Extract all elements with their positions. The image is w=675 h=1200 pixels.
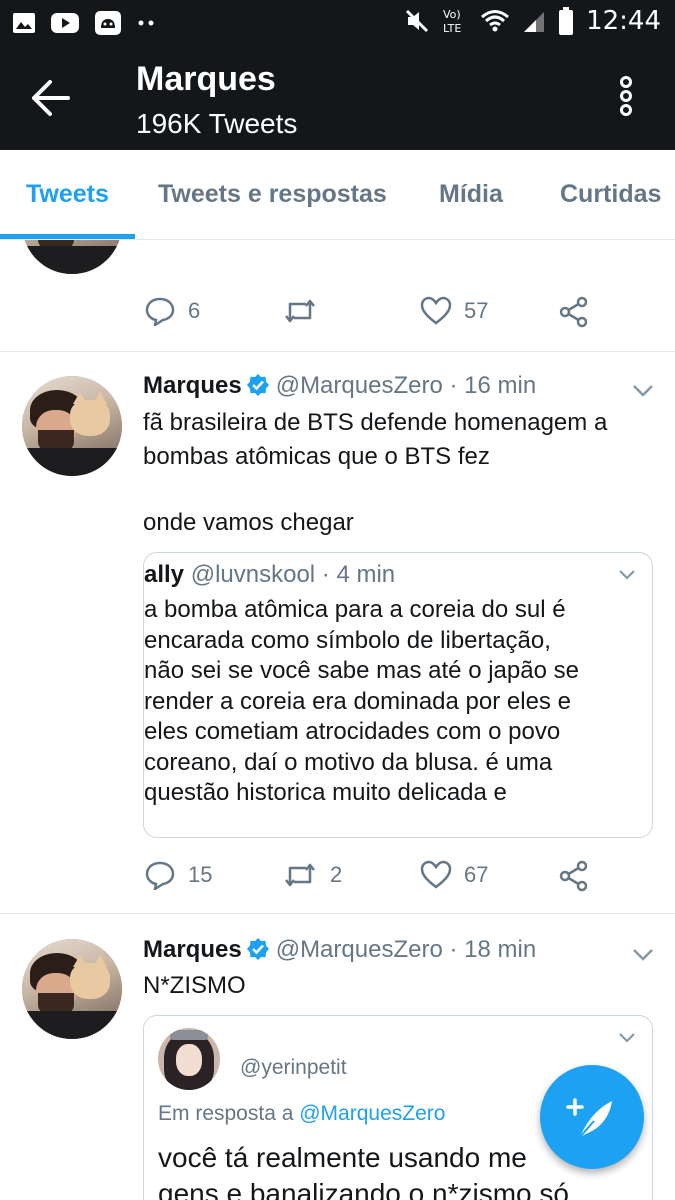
retweet-icon xyxy=(285,863,315,887)
quote-text: você tá realmente usando me gens e banal… xyxy=(158,1142,569,1200)
reply-to-link[interactable]: @MarquesZero xyxy=(299,1102,445,1125)
android-icon xyxy=(95,11,121,35)
tab-tweets[interactable]: Tweets xyxy=(26,180,109,209)
active-tab-indicator xyxy=(0,234,135,239)
chevron-down-icon[interactable] xyxy=(632,948,654,962)
clock: 12:44 xyxy=(586,6,661,36)
wifi-icon xyxy=(481,10,510,32)
gallery-icon xyxy=(13,13,35,33)
tweet-time: · 18 min xyxy=(449,936,537,963)
tweet-actions: 6 57 xyxy=(144,296,604,332)
tweet-text: fã brasileira de BTS defende homenagem a… xyxy=(143,409,608,536)
quote-time: · 4 min xyxy=(321,561,396,588)
dots-icon xyxy=(138,20,154,26)
chevron-down-icon[interactable] xyxy=(618,1032,636,1044)
back-arrow-icon xyxy=(32,80,70,116)
heart-icon xyxy=(420,860,452,889)
retweet-count: 2 xyxy=(330,862,343,887)
retweet-icon xyxy=(285,299,315,323)
reply-icon xyxy=(145,297,175,326)
chevron-down-icon[interactable] xyxy=(632,384,654,398)
profile-header: Marques 196K Tweets xyxy=(0,46,675,150)
reply-icon xyxy=(145,861,175,890)
share-icon xyxy=(559,860,588,892)
mute-icon xyxy=(406,9,429,33)
quoted-tweet[interactable]: ally @luvnskool · 4 min a bomba atômica … xyxy=(143,552,653,838)
reply-button[interactable]: 6 xyxy=(144,296,200,326)
like-button[interactable]: 57 xyxy=(420,296,488,326)
quote-avatar xyxy=(158,1028,220,1090)
compose-tweet-button[interactable] xyxy=(540,1065,644,1169)
heart-icon xyxy=(420,296,452,325)
tab-media[interactable]: Mídia xyxy=(439,180,503,209)
verified-badge-icon xyxy=(246,938,269,960)
volte-icon: Vo)LTE xyxy=(443,8,461,35)
reply-button[interactable]: 15 xyxy=(144,860,212,890)
share-icon xyxy=(559,296,588,328)
tweet-header: Marques @MarquesZero · 18 min xyxy=(143,936,536,964)
chevron-down-icon[interactable] xyxy=(618,569,636,581)
svg-text:LTE: LTE xyxy=(443,22,461,35)
share-button[interactable] xyxy=(558,296,590,328)
tweet-time: · 16 min xyxy=(449,372,537,399)
reply-count: 15 xyxy=(188,862,213,887)
tweet-text: N*ZISMO xyxy=(143,972,246,999)
like-button[interactable]: 67 xyxy=(420,860,488,890)
quote-author-handle: @luvnskool xyxy=(190,561,316,588)
like-count: 57 xyxy=(464,298,489,323)
tweet-actions: 15 2 67 xyxy=(144,860,604,896)
status-bar: Vo) LTE 12:44 xyxy=(0,0,675,46)
tab-tweets-and-replies[interactable]: Tweets e respostas xyxy=(158,180,387,209)
signal-icon xyxy=(524,12,545,32)
battery-icon xyxy=(559,7,574,35)
back-button[interactable] xyxy=(30,78,72,118)
quote-author-name: ally xyxy=(144,561,185,588)
overflow-menu-button[interactable] xyxy=(614,76,638,120)
tweet-header: Marques @MarquesZero · 16 min xyxy=(143,372,536,400)
avatar[interactable] xyxy=(22,939,122,1039)
retweet-button[interactable] xyxy=(282,296,330,326)
tweet-count: 196K Tweets xyxy=(136,108,298,139)
reply-count: 6 xyxy=(188,298,201,323)
divider xyxy=(0,351,675,352)
author-name[interactable]: Marques xyxy=(143,372,242,399)
quote-header: ally @luvnskool · 4 min xyxy=(144,561,395,589)
author-handle[interactable]: @MarquesZero xyxy=(276,372,443,399)
svg-text:Vo): Vo) xyxy=(443,8,461,21)
profile-tabs: Tweets Tweets e respostas Mídia Curtidas xyxy=(0,150,675,240)
verified-badge-icon xyxy=(246,374,269,396)
youtube-icon xyxy=(51,13,79,33)
compose-feather-icon xyxy=(566,1098,612,1138)
avatar[interactable] xyxy=(22,376,122,476)
divider xyxy=(0,913,675,914)
retweet-button[interactable]: 2 xyxy=(282,860,342,890)
profile-name: Marques xyxy=(136,60,276,98)
like-count: 67 xyxy=(464,862,489,887)
reply-context: Em resposta a @MarquesZero xyxy=(158,1102,446,1125)
tab-likes[interactable]: Curtidas xyxy=(560,180,661,209)
quote-author-handle: @yerinpetit xyxy=(240,1056,347,1079)
quote-text: a bomba atômica para a coreia do sul é e… xyxy=(144,596,579,806)
avatar[interactable] xyxy=(22,240,122,274)
author-name[interactable]: Marques xyxy=(143,936,242,963)
share-button[interactable] xyxy=(558,860,590,892)
author-handle[interactable]: @MarquesZero xyxy=(276,936,443,963)
